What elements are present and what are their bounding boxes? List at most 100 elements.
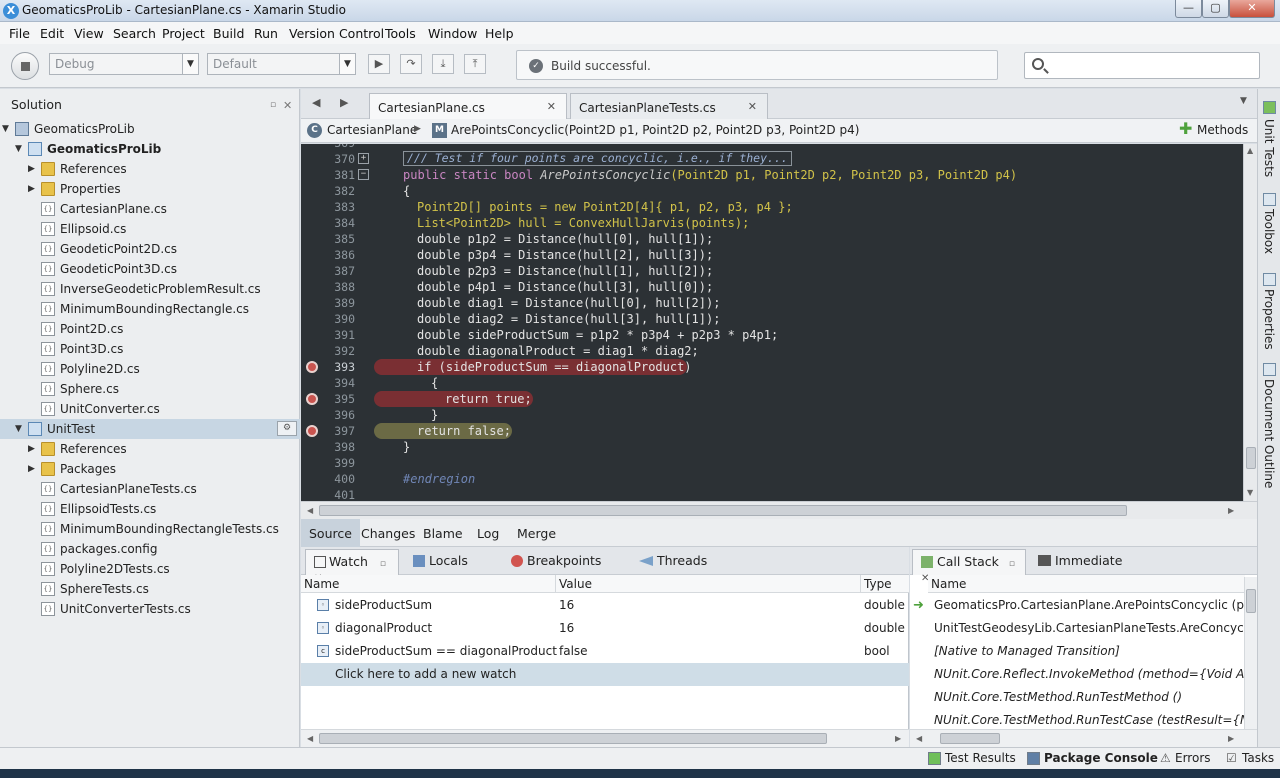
step-out-button[interactable]: ⤒: [464, 54, 486, 74]
collapse-fold-icon[interactable]: −: [358, 169, 369, 180]
scroll-right-icon[interactable]: ▶: [1228, 506, 1234, 515]
watch-value[interactable]: 16: [559, 617, 574, 640]
scroll-thumb[interactable]: [1246, 447, 1256, 469]
callstack-horizontal-scrollbar[interactable]: ◀ ▶: [910, 729, 1257, 747]
tree-item-ellipsoidtests-cs[interactable]: {} EllipsoidTests.cs: [0, 499, 300, 519]
nav-back-icon[interactable]: ◀: [312, 96, 320, 109]
tree-item-polyline2dtests-cs[interactable]: {} Polyline2DTests.cs: [0, 559, 300, 579]
platform-select[interactable]: Default ▼: [207, 53, 356, 75]
breadcrumb-class[interactable]: CartesianPlane: [327, 123, 417, 137]
menu-run[interactable]: Run: [254, 26, 278, 41]
configuration-select[interactable]: Debug ▼: [49, 53, 199, 75]
breakpoint-icon[interactable]: [306, 393, 318, 405]
step-over-button[interactable]: ↷: [400, 54, 422, 74]
dock-icon[interactable]: ▫: [270, 100, 276, 110]
dock-unit-tests[interactable]: Unit Tests: [1262, 119, 1276, 177]
chevron-right-icon[interactable]: ▶: [28, 159, 38, 179]
chevron-down-icon[interactable]: ▼: [15, 139, 25, 159]
watch-row[interactable]: c sideProductSum == diagonalProduct fals…: [301, 640, 909, 663]
tree-item-cartesianplanetests-cs[interactable]: {} CartesianPlaneTests.cs: [0, 479, 300, 499]
chevron-right-icon[interactable]: ▶: [28, 179, 38, 199]
tree-item-packages-config[interactable]: {} packages.config: [0, 539, 300, 559]
scroll-up-icon[interactable]: ▲: [1247, 146, 1253, 155]
tab-watch[interactable]: Watch ▫ ✕: [305, 549, 399, 584]
tree-item-geomaticsprolib[interactable]: ▼ GeomaticsProLib: [0, 119, 300, 139]
search-input[interactable]: [1024, 52, 1260, 79]
column-name[interactable]: Name: [928, 575, 1245, 593]
menu-help[interactable]: Help: [485, 26, 514, 41]
current-execution-arrow-icon[interactable]: [306, 425, 318, 437]
column-value[interactable]: Value: [556, 575, 861, 593]
tree-item-point3d-cs[interactable]: {} Point3D.cs: [0, 339, 300, 359]
watch-value[interactable]: 16: [559, 594, 574, 617]
watch-row[interactable]: ◦ diagonalProduct 16 double: [301, 617, 909, 640]
tree-item-ellipsoid-cs[interactable]: {} Ellipsoid.cs: [0, 219, 300, 239]
dock-document-outline[interactable]: Document Outline: [1262, 379, 1276, 488]
tab-immediate[interactable]: Immediate: [1038, 553, 1122, 568]
tab-locals[interactable]: Locals: [413, 553, 468, 568]
dock-icon[interactable]: ▫: [380, 559, 386, 569]
scroll-thumb[interactable]: [319, 733, 827, 744]
collapsed-doc-comment[interactable]: /// Test if four points are concyclic, i…: [403, 151, 792, 166]
scroll-left-icon[interactable]: ◀: [307, 506, 313, 515]
tab-cartesianplane[interactable]: CartesianPlane.cs ✕: [369, 93, 567, 119]
tab-list-chevron-icon[interactable]: ▼: [1240, 96, 1247, 106]
tab-call-stack[interactable]: Call Stack ▫ ✕: [912, 549, 1026, 584]
menu-project[interactable]: Project: [162, 26, 205, 41]
dock-properties[interactable]: Properties: [1262, 289, 1276, 350]
tree-item-unitconvertertests-cs[interactable]: {} UnitConverterTests.cs: [0, 599, 300, 619]
scroll-right-icon[interactable]: ▶: [895, 734, 901, 743]
gear-icon[interactable]: ⚙: [277, 421, 297, 436]
expand-fold-icon[interactable]: +: [358, 153, 369, 164]
code-editor[interactable]: + − 369 370 381 382 383 384 385 386 387 …: [301, 144, 1243, 501]
breakpoint-icon[interactable]: [306, 361, 318, 373]
pad-tasks[interactable]: Tasks: [1242, 751, 1274, 765]
tree-item-sphere-cs[interactable]: {} Sphere.cs: [0, 379, 300, 399]
watch-row[interactable]: ◦ sideProductSum 16 double: [301, 594, 909, 617]
menu-build[interactable]: Build: [213, 26, 244, 41]
menu-view[interactable]: View: [74, 26, 104, 41]
add-watch-row[interactable]: Click here to add a new watch: [301, 663, 909, 686]
tree-item-geodeticpoint2d-cs[interactable]: {} GeodeticPoint2D.cs: [0, 239, 300, 259]
column-type[interactable]: Type: [861, 575, 909, 593]
pad-package-console[interactable]: Package Console: [1044, 751, 1158, 765]
tab-breakpoints[interactable]: Breakpoints: [511, 553, 601, 568]
scroll-left-icon[interactable]: ◀: [307, 734, 313, 743]
close-tab-icon[interactable]: ✕: [547, 100, 556, 113]
tree-item-unittest[interactable]: ▼ UnitTest ⚙: [0, 419, 300, 439]
close-pad-icon[interactable]: ✕: [283, 99, 292, 112]
chevron-down-icon[interactable]: ▼: [2, 119, 12, 139]
tree-item-point2d-cs[interactable]: {} Point2D.cs: [0, 319, 300, 339]
tree-item-unitconverter-cs[interactable]: {} UnitConverter.cs: [0, 399, 300, 419]
menu-version-control[interactable]: Version Control: [289, 26, 384, 41]
scroll-down-icon[interactable]: ▼: [1247, 488, 1253, 497]
tree-item-references[interactable]: ▶ References: [0, 159, 300, 179]
pad-test-results[interactable]: Test Results: [945, 751, 1016, 765]
callstack-vertical-scrollbar[interactable]: [1244, 577, 1257, 729]
tab-threads[interactable]: Threads: [639, 553, 707, 568]
menu-search[interactable]: Search: [113, 26, 156, 41]
dock-toolbox[interactable]: Toolbox: [1262, 209, 1276, 254]
tree-item-geodeticpoint3d-cs[interactable]: {} GeodeticPoint3D.cs: [0, 259, 300, 279]
tree-item-geomaticsprolib[interactable]: ▼ GeomaticsProLib: [0, 139, 300, 159]
stack-frame[interactable]: GeomaticsPro.CartesianPlane.ArePointsCon…: [934, 594, 1244, 617]
nav-forward-icon[interactable]: ▶: [340, 96, 348, 109]
stack-frame[interactable]: NUnit.Core.Reflect.InvokeMethod (method=…: [934, 663, 1244, 686]
tree-item-polyline2d-cs[interactable]: {} Polyline2D.cs: [0, 359, 300, 379]
stop-button[interactable]: [11, 52, 39, 80]
editor-vertical-scrollbar[interactable]: ▲ ▼: [1243, 144, 1257, 501]
tab-log[interactable]: Log: [477, 526, 499, 541]
close-tab-icon[interactable]: ✕: [748, 100, 757, 113]
pad-errors[interactable]: Errors: [1175, 751, 1211, 765]
tree-item-cartesianplane-cs[interactable]: {} CartesianPlane.cs: [0, 199, 300, 219]
breadcrumb-method[interactable]: ArePointsConcyclic(Point2D p1, Point2D p…: [451, 123, 859, 137]
scroll-thumb[interactable]: [1246, 589, 1256, 613]
tree-item-references[interactable]: ▶ References: [0, 439, 300, 459]
dock-icon[interactable]: ▫: [1009, 559, 1015, 569]
menu-tools[interactable]: Tools: [385, 26, 416, 41]
column-name[interactable]: Name: [301, 575, 556, 593]
menu-edit[interactable]: Edit: [40, 26, 64, 41]
tab-blame[interactable]: Blame: [423, 526, 463, 541]
stack-frame[interactable]: [Native to Managed Transition]: [934, 640, 1244, 663]
menu-window[interactable]: Window: [428, 26, 477, 41]
